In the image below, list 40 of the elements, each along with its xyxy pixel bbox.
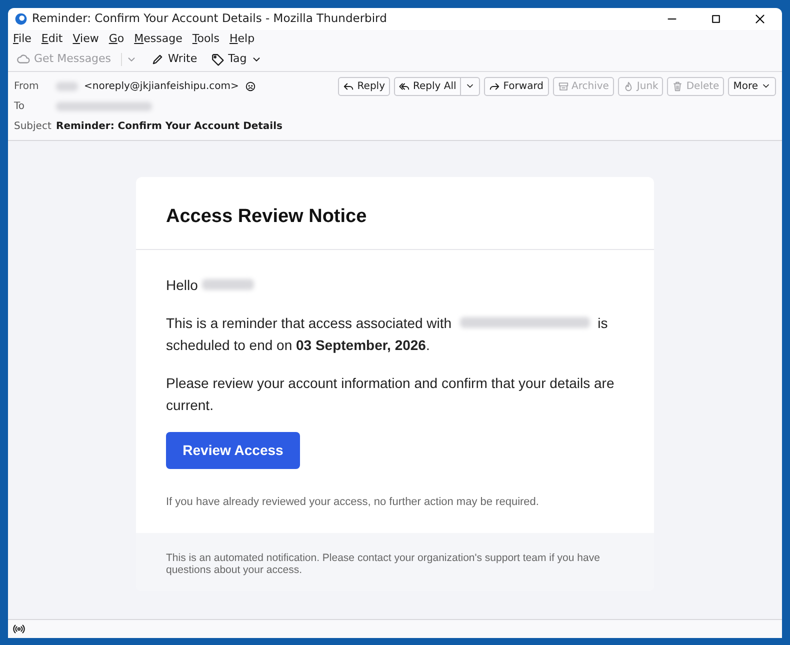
dropdown-button[interactable] [460, 76, 480, 96]
replyall-button[interactable]: Reply All [394, 76, 462, 96]
menu-item[interactable]: View [72, 30, 99, 48]
menu-item[interactable]: Go [108, 30, 124, 48]
menu-item[interactable]: File [13, 30, 32, 48]
forward-icon [489, 80, 500, 92]
menu-item[interactable]: Tools [192, 30, 220, 48]
reply-icon [343, 80, 354, 92]
menu-item[interactable]: Message [134, 30, 182, 48]
window-title: Reminder: Confirm Your Account Details - Mozilla Thunderbird [32, 10, 388, 28]
reply-button[interactable]: Reply [338, 76, 390, 96]
more-button[interactable]: More [728, 76, 776, 96]
paragraph-text: This is a reminder that access associated with is scheduled to end on 03 September, 2026. [166, 314, 609, 355]
review-access-button[interactable]: Review Access [166, 432, 300, 468]
maximize-icon [710, 13, 722, 25]
reply-all-icon [399, 80, 410, 92]
broadcast-icon [13, 623, 25, 635]
footer-text: This is an automated notification. Please contact your organization's support team if you have questions about your access. [136, 533, 654, 591]
field-label: From [14, 80, 40, 94]
email-heading: Access Review Notice [136, 177, 654, 250]
tag-button[interactable]: Tag [207, 50, 266, 69]
flame-icon [622, 80, 634, 92]
paragraph-text: Please review your account information and confirm that your details are current. [166, 374, 616, 414]
note-text: If you have already reviewed your access, no further action may be required. [166, 494, 540, 508]
greeting-text: Hello [166, 276, 198, 294]
tag-icon [211, 53, 224, 66]
subject-text: Reminder: Confirm Your Account Details [56, 120, 282, 134]
pencil-icon [151, 53, 164, 66]
field-label: Subject [14, 120, 50, 134]
archive-icon [558, 80, 568, 92]
trash-icon [672, 80, 684, 92]
sender-address: <noreply@jkjianfeishipu.com> [84, 80, 239, 94]
close-icon [754, 13, 766, 25]
thunderbird-logo-icon [14, 12, 28, 26]
forward-button[interactable]: Forward [484, 76, 548, 96]
write-button[interactable]: Write [147, 50, 202, 69]
field-label: To [14, 100, 26, 114]
menu-item[interactable]: Edit [41, 30, 63, 48]
cloud-icon [17, 53, 30, 66]
menu-item[interactable]: Help [229, 30, 255, 48]
